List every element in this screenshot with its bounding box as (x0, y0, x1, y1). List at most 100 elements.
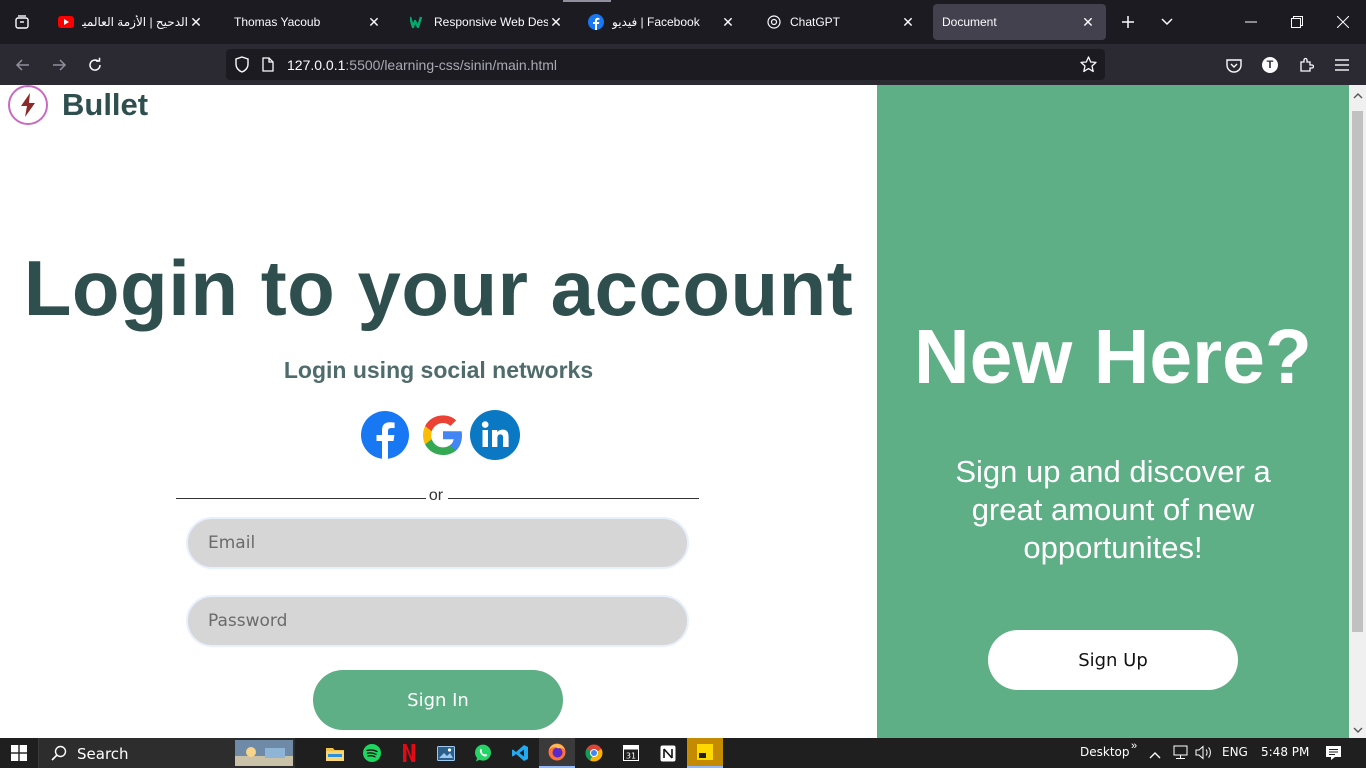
youtube-icon (58, 14, 74, 30)
url-text[interactable]: 127.0.0.1:5500/learning-css/sinin/main.h… (287, 57, 557, 73)
account-button[interactable]: T (1255, 50, 1285, 80)
linkedin-icon[interactable] (470, 410, 520, 460)
sticky-notes-icon[interactable] (687, 738, 723, 768)
chevron-down-icon (1161, 18, 1173, 26)
brand-name: Bullet (62, 87, 149, 122)
close-icon[interactable]: ✕ (188, 14, 204, 30)
tab-thomas-yacoub[interactable]: Thomas Yacoub ✕ (222, 4, 392, 40)
browser-tab-strip: الدحيح | الأزمة العالمية ✕ Thomas Yacoub… (0, 0, 1366, 44)
search-label: Search (77, 745, 129, 763)
windows-taskbar: Search 31 Desktop » ENG 5:48 PM (0, 738, 1366, 768)
signup-description: Sign up and discover a great amount of n… (955, 454, 1271, 565)
double-chevron-icon[interactable]: » (1131, 740, 1137, 752)
windows-logo-icon (10, 745, 27, 761)
social-login-heading: Login using social networks (283, 357, 594, 383)
notion-icon[interactable] (650, 738, 686, 768)
google-icon[interactable] (418, 410, 468, 460)
puzzle-icon (1300, 57, 1314, 72)
close-icon[interactable]: ✕ (548, 14, 564, 30)
firefox-icon[interactable] (539, 738, 575, 768)
scroll-down-icon[interactable] (1349, 721, 1366, 738)
tab-label: ChatGPT (790, 15, 841, 29)
close-window-button[interactable] (1320, 0, 1366, 44)
minimize-button[interactable] (1228, 0, 1274, 44)
minimize-icon (1245, 21, 1257, 23)
tab-responsive-web-design[interactable]: Responsive Web Desig ✕ (398, 4, 568, 40)
hamburger-icon (1335, 59, 1349, 71)
tab-youtube[interactable]: الدحيح | الأزمة العالمية ✕ (46, 4, 214, 40)
start-button[interactable] (0, 738, 37, 768)
close-icon[interactable]: ✕ (1080, 14, 1096, 30)
netflix-icon[interactable] (391, 738, 427, 768)
tab-label: Document (942, 15, 997, 29)
reload-button[interactable] (80, 50, 110, 80)
file-explorer-icon[interactable] (317, 738, 353, 768)
extensions-button[interactable] (1291, 50, 1321, 80)
arrow-right-icon (53, 59, 67, 71)
close-icon (1337, 16, 1349, 28)
spotify-icon[interactable] (354, 738, 390, 768)
signup-title: New Here? (914, 314, 1312, 400)
close-icon[interactable]: ✕ (900, 14, 916, 30)
facebook-icon[interactable] (360, 410, 410, 460)
tab-list-icon (15, 15, 29, 29)
url-host: 127.0.0.1 (287, 57, 346, 73)
tab-facebook[interactable]: فيديو | Facebook ✕ (576, 4, 746, 40)
photos-icon[interactable] (428, 738, 464, 768)
tab-label: Thomas Yacoub (234, 15, 321, 29)
facebook-icon (588, 14, 604, 30)
clock[interactable]: 5:48 PM (1261, 745, 1309, 759)
divider-left (176, 498, 426, 499)
notifications-icon[interactable] (1325, 745, 1342, 766)
pocket-button[interactable] (1219, 50, 1249, 80)
calendar-icon[interactable]: 31 (613, 738, 649, 768)
address-bar[interactable]: 127.0.0.1:5500/learning-css/sinin/main.h… (226, 49, 1105, 80)
tab-overflow-button[interactable] (1153, 8, 1181, 36)
new-tab-button[interactable] (1114, 8, 1142, 36)
password-field[interactable] (186, 595, 689, 647)
tab-document[interactable]: Document ✕ (933, 4, 1106, 40)
whatsapp-icon[interactable] (465, 738, 501, 768)
scroll-up-icon[interactable] (1349, 87, 1366, 104)
network-icon[interactable] (1172, 745, 1189, 765)
search-icon (51, 745, 67, 766)
page-viewport: Bullet Login to your account Login using… (0, 85, 1366, 738)
reload-icon (89, 57, 101, 71)
signup-panel: New Here? Sign up and discover a great a… (877, 85, 1349, 738)
back-button[interactable] (8, 50, 38, 80)
taskbar-search[interactable]: Search (38, 738, 295, 768)
w3-icon (410, 14, 426, 30)
menu-button[interactable] (1327, 50, 1357, 80)
page-icon[interactable] (262, 57, 274, 77)
restore-button[interactable] (1274, 0, 1320, 44)
close-icon[interactable]: ✕ (720, 14, 736, 30)
shield-icon[interactable] (234, 56, 250, 78)
page-scrollbar[interactable] (1349, 85, 1366, 738)
tab-label: Responsive Web Desig (434, 15, 548, 29)
bookmark-star-icon[interactable] (1080, 56, 1097, 78)
sign-up-button[interactable]: Sign Up (988, 630, 1238, 690)
volume-icon[interactable] (1195, 745, 1213, 765)
email-field[interactable] (186, 517, 689, 569)
chevron-up-icon[interactable] (1149, 746, 1161, 764)
sign-in-button[interactable]: Sign In (313, 670, 563, 730)
url-path: :5500/learning-css/sinin/main.html (345, 57, 558, 73)
list-all-tabs-button[interactable] (8, 8, 36, 36)
navigation-toolbar: 127.0.0.1:5500/learning-css/sinin/main.h… (0, 44, 1366, 85)
login-title: Login to your account (23, 244, 854, 332)
plus-icon (1122, 16, 1134, 28)
tab-indicator (563, 0, 611, 2)
close-icon[interactable]: ✕ (366, 14, 382, 30)
scroll-thumb[interactable] (1352, 111, 1363, 632)
divider-right (448, 498, 699, 499)
arrow-left-icon (15, 59, 29, 71)
brand[interactable]: Bullet (8, 85, 148, 125)
desktop-toolbar-label[interactable]: Desktop (1080, 745, 1130, 759)
openai-icon (766, 14, 782, 30)
tab-chatgpt[interactable]: ChatGPT ✕ (754, 4, 926, 40)
chrome-icon[interactable] (576, 738, 612, 768)
forward-button[interactable] (44, 50, 74, 80)
divider-or-text: or (428, 487, 444, 504)
vscode-icon[interactable] (502, 738, 538, 768)
language-indicator[interactable]: ENG (1222, 745, 1248, 759)
